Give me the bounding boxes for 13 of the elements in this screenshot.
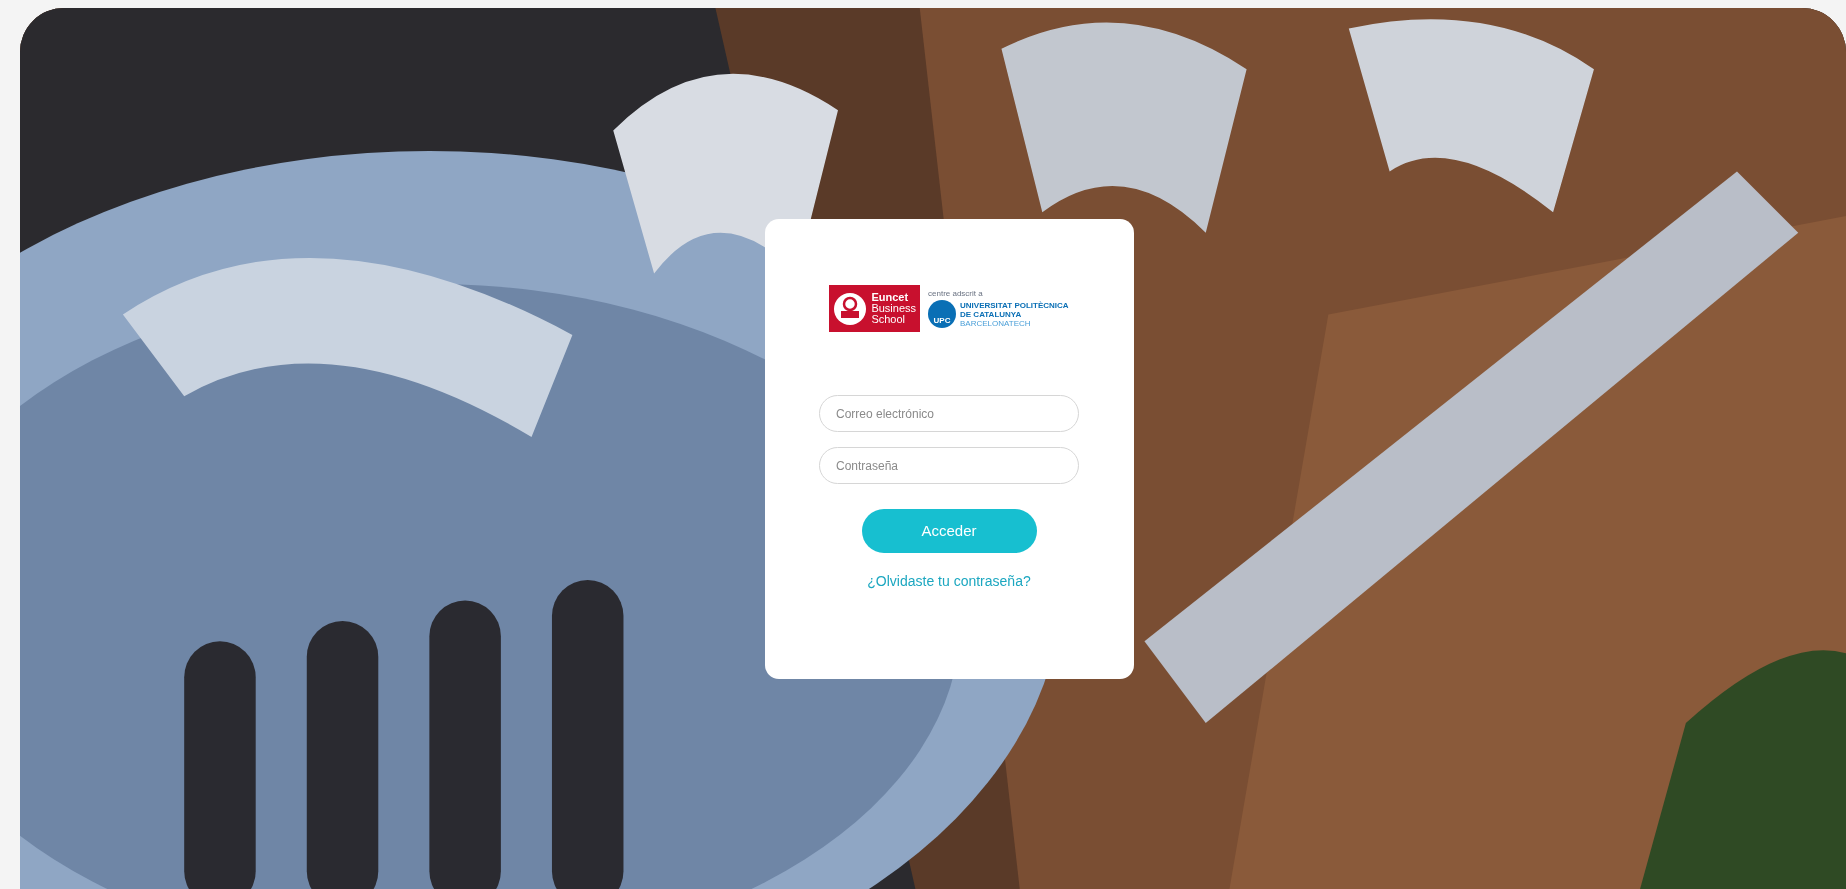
school-name-line: School: [871, 314, 906, 325]
school-name-line: Business: [871, 303, 916, 314]
forgot-password-link[interactable]: ¿Olvidaste tu contraseña?: [867, 571, 1031, 592]
university-seal: UPC: [928, 300, 956, 328]
university-tagline: BARCELONATECH: [960, 318, 1032, 328]
email-field[interactable]: Correo electrónico: [819, 395, 1079, 432]
login-button[interactable]: Acceder: [861, 509, 1037, 553]
seal-icon: [833, 291, 868, 326]
affiliation-text: centre adscrit a: [928, 289, 984, 298]
school-name-line: Euncet: [871, 292, 910, 303]
password-field[interactable]: Contraseña: [819, 447, 1079, 484]
university-name-line: UNIVERSITAT POLITÈCNICA: [960, 300, 1069, 310]
university-name-line: DE CATALUNYA: [960, 309, 1023, 319]
